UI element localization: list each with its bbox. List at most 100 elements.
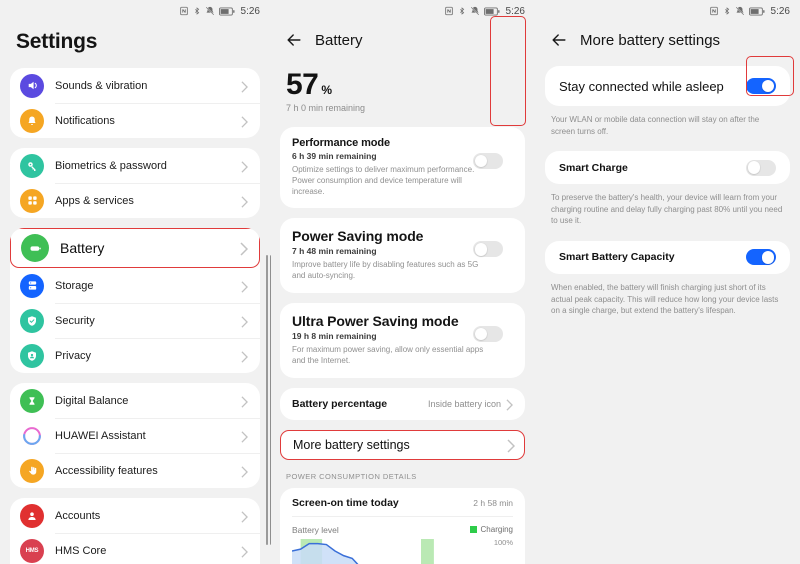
sidebar-item-accounts[interactable]: Accounts [10, 498, 260, 533]
battery-icon [483, 7, 500, 16]
shield-icon [20, 308, 44, 333]
smart-battery-capacity-toggle[interactable] [746, 249, 776, 266]
nfc-icon [179, 6, 189, 16]
settings-scrollbar[interactable] [265, 255, 268, 545]
sidebar-item-notifications[interactable]: Notifications [10, 103, 260, 138]
status-bar-time: 5:26 [505, 5, 525, 17]
page-title: Settings [16, 30, 98, 53]
chart-title: Battery level [292, 524, 339, 535]
screen-on-time-row: Screen-on time today 2 h 58 min [292, 497, 513, 509]
power-saving-mode-card[interactable]: Power Saving mode 7 h 48 min remaining I… [280, 218, 525, 293]
smart-charge-row[interactable]: Smart Charge [545, 151, 790, 185]
performance-mode-toggle[interactable] [473, 153, 503, 169]
speaker-icon [20, 73, 44, 98]
sidebar-item-accessibility-features[interactable]: Accessibility features [10, 453, 260, 488]
sidebar-item-label: HUAWEI Assistant [55, 429, 146, 442]
chevron-right-icon [241, 395, 248, 408]
stay-connected-description: Your WLAN or mobile data connection will… [551, 115, 760, 136]
person-icon [20, 503, 44, 528]
back-arrow-icon[interactable] [549, 30, 569, 50]
sidebar-item-label: Accessibility features [55, 464, 158, 477]
bluetooth-icon [723, 6, 731, 16]
chevron-right-icon [240, 242, 249, 256]
screen-on-time-label: Screen-on time today [292, 496, 399, 509]
status-bar-time: 5:26 [770, 5, 790, 17]
sidebar-item-label: Biometrics & password [55, 159, 167, 172]
toggle-knob [761, 79, 775, 93]
battery-nav-header: Battery [270, 22, 535, 66]
chevron-right-icon [241, 160, 248, 173]
key-icon [20, 153, 44, 178]
smart-battery-capacity-label: Smart Battery Capacity [559, 251, 675, 264]
smart-battery-capacity-description: When enabled, the battery will finish ch… [551, 282, 779, 316]
ultra-power-saving-mode-toggle[interactable] [473, 325, 503, 342]
more-battery-settings-label: More battery settings [293, 437, 410, 452]
chevron-right-icon [241, 545, 248, 558]
sidebar-item-label: Digital Balance [55, 394, 129, 407]
hourglass-icon [20, 388, 44, 413]
battery-percentage-row[interactable]: Battery percentage Inside battery icon [280, 387, 525, 420]
chart-svg [292, 538, 434, 564]
power-consumption-card: Screen-on time today 2 h 58 min Battery … [280, 487, 525, 564]
smart-charge-toggle[interactable] [746, 159, 776, 176]
nfc-icon [444, 6, 454, 16]
sidebar-item-label: Accounts [55, 509, 101, 522]
sidebar-item-hms-core[interactable]: HMS HMS Core [10, 533, 260, 564]
chevron-right-icon [241, 350, 248, 363]
chevron-right-icon [241, 80, 248, 93]
stay-connected-toggle[interactable] [746, 78, 776, 94]
more-settings-nav-header: More battery settings [535, 22, 800, 66]
hms-icon: HMS [20, 538, 44, 563]
mute-icon [205, 6, 215, 16]
battery-scrollbar[interactable] [270, 255, 271, 545]
battery-icon [748, 7, 765, 16]
smart-charge-description: To preserve the battery's health, your d… [551, 193, 783, 226]
sidebar-item-digital-balance[interactable]: Digital Balance [10, 383, 260, 418]
bluetooth-icon [458, 6, 466, 16]
more-battery-settings-button[interactable]: More battery settings [280, 429, 525, 460]
divider [292, 515, 513, 517]
mute-icon [470, 6, 480, 16]
power-saving-mode-toggle[interactable] [473, 241, 503, 258]
chevron-right-icon [241, 115, 248, 128]
sidebar-item-privacy[interactable]: Privacy [10, 338, 260, 373]
battery-percentage-label: Battery percentage [292, 397, 388, 410]
smart-battery-capacity-row[interactable]: Smart Battery Capacity [545, 240, 790, 274]
battery-percentage-value: Inside battery icon [427, 398, 501, 409]
battery-percent: 57 % [270, 66, 535, 102]
battery-remaining: 7 h 0 min remaining [286, 103, 366, 113]
sidebar-item-security[interactable]: Security [10, 303, 260, 338]
battery-percent-value: 57 [286, 68, 319, 101]
ultra-power-saving-mode-card[interactable]: Ultra Power Saving mode 19 h 8 min remai… [280, 302, 525, 378]
chevron-right-icon [241, 315, 248, 328]
sidebar-item-sounds-vibration[interactable]: Sounds & vibration [10, 68, 260, 103]
back-arrow-icon[interactable] [284, 30, 304, 50]
settings-group: Biometrics & password Apps & services [10, 148, 260, 218]
sidebar-item-label: Security [55, 314, 95, 327]
more-battery-settings-screen: 5:26 More battery settings Stay connecte… [535, 0, 800, 564]
sidebar-item-storage[interactable]: Storage [10, 268, 260, 303]
bell-icon [20, 108, 44, 133]
percent-symbol: % [321, 83, 333, 97]
status-bar: 5:26 [535, 0, 800, 22]
bluetooth-icon [193, 6, 201, 16]
section-caption: POWER CONSUMPTION DETAILS [286, 471, 417, 481]
stay-connected-label: Stay connected while asleep [559, 78, 724, 94]
sidebar-item-battery[interactable]: Battery [10, 228, 260, 268]
sidebar-item-apps-services[interactable]: Apps & services [10, 183, 260, 218]
status-bar: 5:26 [0, 0, 270, 22]
circle-ring-icon [20, 423, 44, 448]
battery-screen: 5:26 Battery 57 % 7 h 0 min remaining Pe… [270, 0, 535, 564]
chevron-right-icon [506, 398, 513, 411]
battery-level-chart: 100% 50% [292, 538, 513, 564]
screen-on-time-value: 2 h 58 min [473, 497, 513, 508]
nav-title: More battery settings [580, 31, 721, 49]
sidebar-item-biometrics-password[interactable]: Biometrics & password [10, 148, 260, 183]
sidebar-item-label: Notifications [55, 114, 115, 127]
stay-connected-row[interactable]: Stay connected while asleep [545, 66, 790, 106]
chevron-right-icon [241, 430, 248, 443]
chevron-right-icon [241, 465, 248, 478]
performance-mode-card[interactable]: Performance mode 6 h 39 min remaining Op… [280, 127, 525, 209]
mode-description: For maximum power saving, allow only ess… [292, 344, 484, 365]
sidebar-item-huawei-assistant[interactable]: HUAWEI Assistant [10, 418, 260, 453]
